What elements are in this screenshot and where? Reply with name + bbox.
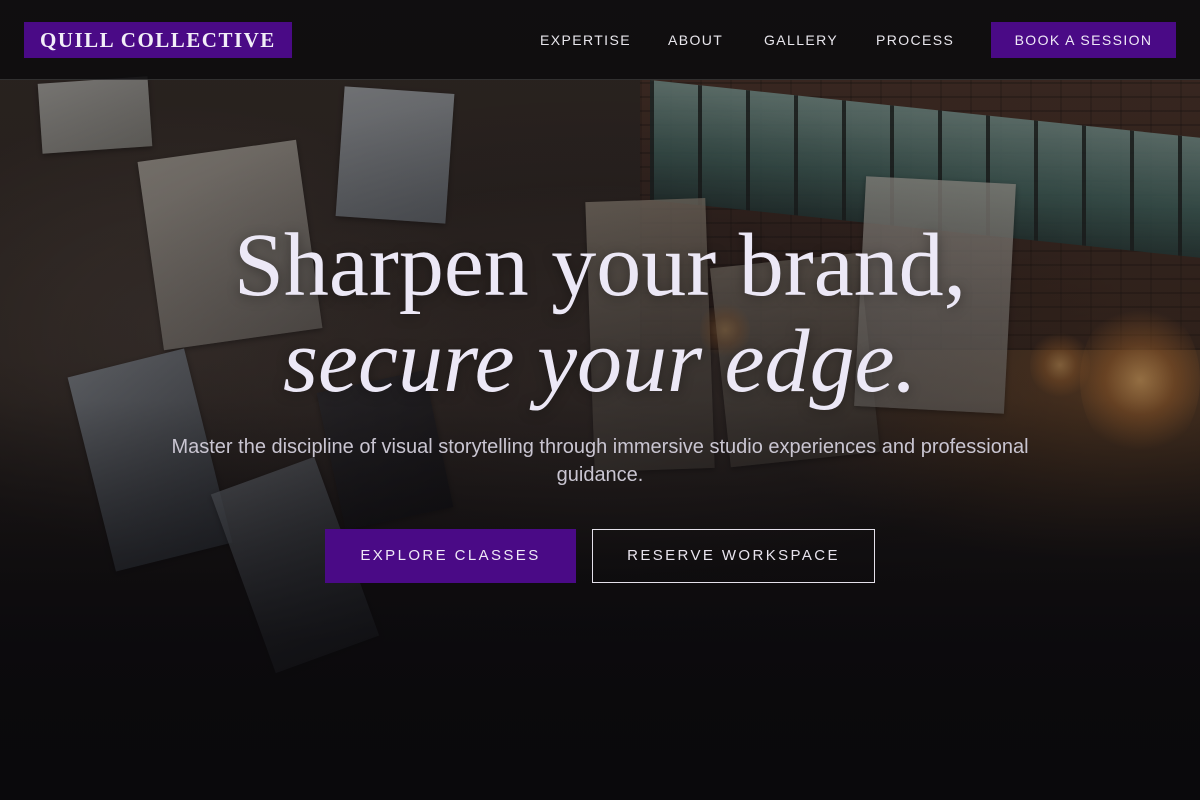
- hero-title-line1: Sharpen your brand,: [233, 216, 967, 315]
- nav-link-about[interactable]: ABOUT: [668, 22, 723, 58]
- brand-logo[interactable]: QUILL COLLECTIVE: [24, 22, 292, 58]
- nav-link-gallery[interactable]: GALLERY: [764, 22, 838, 58]
- book-session-button[interactable]: BOOK A SESSION: [991, 22, 1176, 58]
- hero-title: Sharpen your brand, secure your edge.: [0, 218, 1200, 410]
- site-header: QUILL COLLECTIVE EXPERTISE ABOUT GALLERY…: [0, 0, 1200, 80]
- landing-page: QUILL COLLECTIVE EXPERTISE ABOUT GALLERY…: [0, 0, 1200, 800]
- nav-link-expertise[interactable]: EXPERTISE: [540, 22, 631, 58]
- hero-subtitle: Master the discipline of visual storytel…: [171, 436, 1029, 486]
- explore-classes-button[interactable]: EXPLORE CLASSES: [325, 529, 576, 583]
- reserve-workspace-button[interactable]: RESERVE WORKSPACE: [592, 529, 875, 583]
- hero-title-line2: secure your edge.: [283, 312, 917, 411]
- nav-link-process[interactable]: PROCESS: [876, 22, 954, 58]
